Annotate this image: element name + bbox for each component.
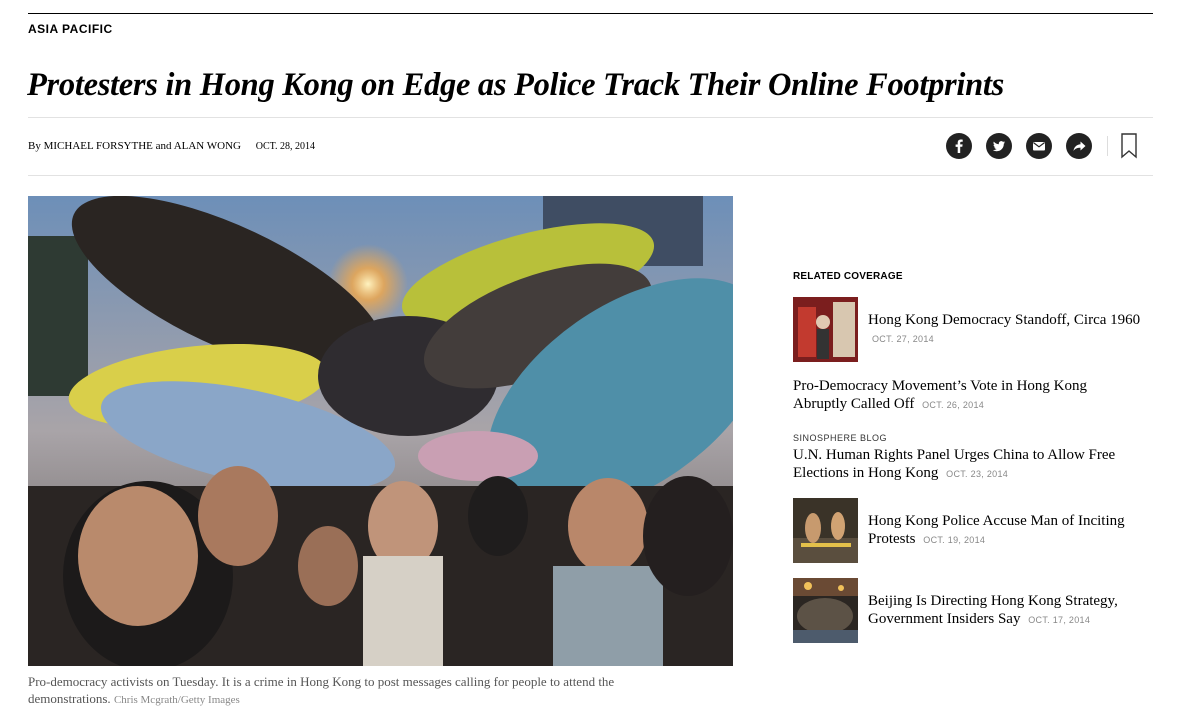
- headline: Protesters in Hong Kong on Edge as Polic…: [27, 67, 1004, 103]
- related-coverage-heading: RELATED COVERAGE: [793, 271, 903, 282]
- related-item[interactable]: Hong Kong Police Accuse Man of Inciting …: [793, 498, 1143, 563]
- lead-photo[interactable]: [28, 196, 733, 666]
- email-icon[interactable]: [1026, 133, 1052, 159]
- byline: By MICHAEL FORSYTHE and ALAN WONG OCT. 2…: [28, 139, 315, 154]
- related-title[interactable]: Hong Kong Police Accuse Man of Inciting …: [868, 513, 1125, 547]
- top-rule: [28, 13, 1153, 14]
- byline-by: By: [28, 140, 41, 152]
- section-label[interactable]: ASIA PACIFIC: [28, 22, 113, 36]
- photo-caption: Pro-democracy activists on Tuesday. It i…: [28, 673, 668, 709]
- photo-credit: Chris Mcgrath/Getty Images: [113, 694, 240, 706]
- byline-and: and: [155, 140, 172, 152]
- related-thumbnail[interactable]: [793, 498, 858, 563]
- author-link[interactable]: MICHAEL FORSYTHE: [44, 140, 153, 152]
- author-link[interactable]: ALAN WONG: [174, 140, 241, 152]
- facebook-icon[interactable]: [946, 133, 972, 159]
- related-item[interactable]: Pro-Democracy Movement’s Vote in Hong Ko…: [793, 377, 1143, 413]
- divider: [28, 175, 1153, 176]
- related-thumbnail[interactable]: [793, 578, 858, 643]
- bookmark-icon[interactable]: [1120, 133, 1138, 164]
- share-icon[interactable]: [1066, 133, 1092, 159]
- related-date: OCT. 19, 2014: [923, 535, 986, 545]
- divider: [28, 117, 1153, 118]
- related-date: OCT. 23, 2014: [946, 469, 1009, 479]
- twitter-icon[interactable]: [986, 133, 1012, 159]
- related-item[interactable]: Beijing Is Directing Hong Kong Strategy,…: [793, 578, 1143, 643]
- related-item[interactable]: SINOSPHERE BLOG U.N. Human Rights Panel …: [793, 433, 1143, 482]
- related-kicker[interactable]: SINOSPHERE BLOG: [793, 433, 1143, 444]
- related-thumbnail[interactable]: [793, 297, 858, 362]
- related-item[interactable]: Hong Kong Democracy Standoff, Circa 1960…: [793, 297, 1143, 362]
- related-date: OCT. 27, 2014: [872, 334, 934, 344]
- share-tools: [946, 133, 1092, 159]
- related-date: OCT. 26, 2014: [922, 400, 985, 410]
- share-separator: [1107, 136, 1108, 156]
- related-title[interactable]: Hong Kong Democracy Standoff, Circa 1960: [868, 312, 1140, 328]
- related-date: OCT. 17, 2014: [1028, 615, 1091, 625]
- publish-date: OCT. 28, 2014: [255, 141, 316, 152]
